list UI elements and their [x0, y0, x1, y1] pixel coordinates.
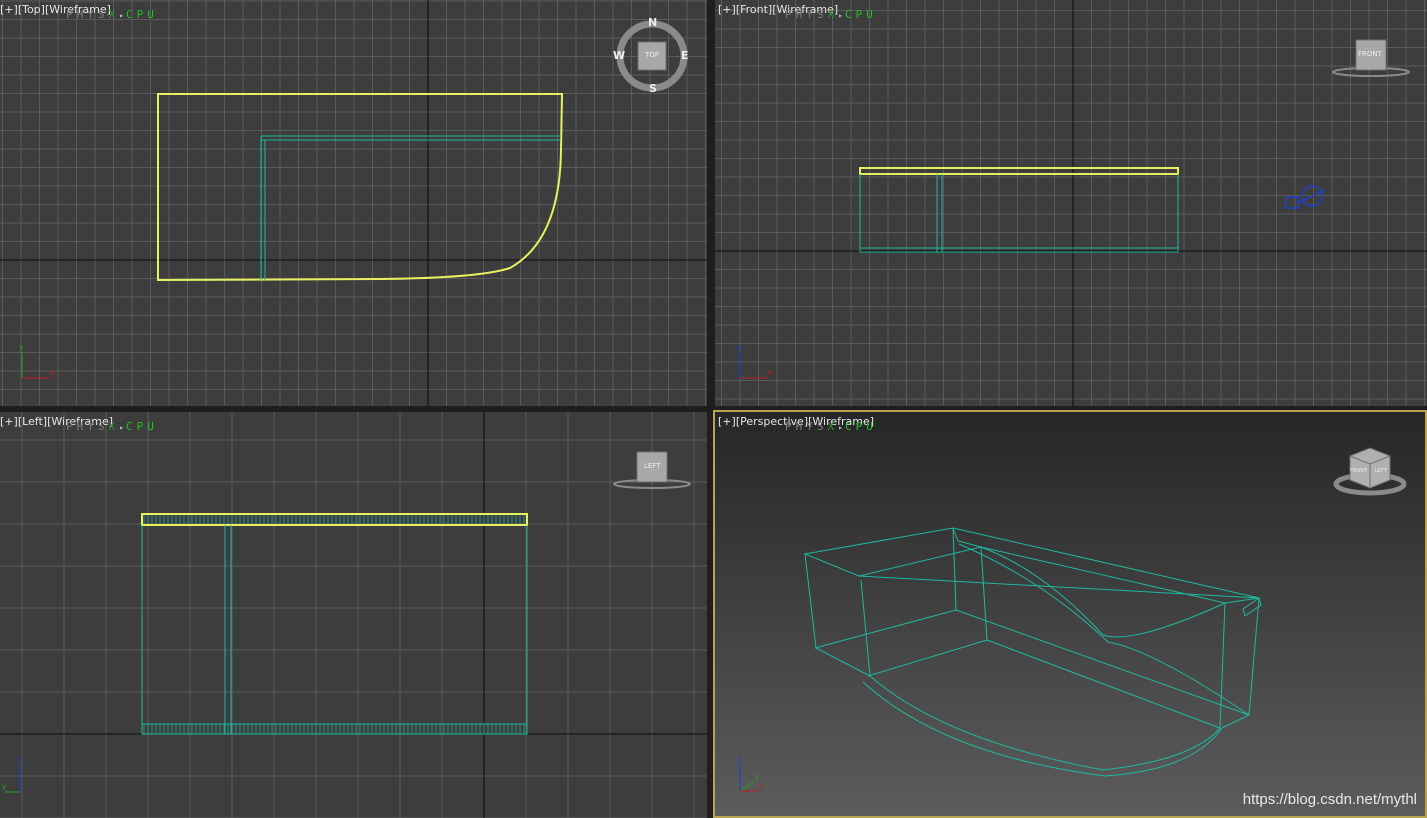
compass-e: E — [681, 49, 689, 62]
viewport-top[interactable]: [+][Top][Wireframe] PHYSX▸CPU TOP N S E … — [0, 0, 707, 406]
tub-wireframe-perspective — [803, 527, 1262, 777]
axis-tripod-top — [21, 352, 50, 379]
grid-front — [715, 0, 1427, 406]
axis-tripod-front — [739, 352, 767, 379]
axis-label-x: x — [50, 368, 55, 377]
compass-s: S — [649, 82, 657, 95]
viewcube-face-label[interactable]: FRONT — [1358, 50, 1382, 58]
axis-tripod-left — [5, 764, 21, 793]
compass-n: N — [648, 16, 658, 29]
tub-body-front — [859, 174, 1179, 253]
physx-overlay: PHYSX▸CPU — [785, 420, 877, 433]
axis-label-x: x — [759, 782, 764, 791]
axis-label-y: y — [2, 782, 7, 791]
viewport-left[interactable]: [+][Left][Wireframe] PHYSX▸CPU LEFT y z — [0, 412, 707, 818]
viewcube-face-label[interactable]: LEFT — [644, 462, 661, 470]
viewport-menu-view[interactable]: [Left] — [18, 415, 47, 428]
physx-overlay: PHYSX▸CPU — [66, 420, 158, 433]
axis-label-x: x — [767, 368, 772, 377]
viewcube-face-left[interactable]: LEFT — [1375, 468, 1387, 474]
viewcube-face-front[interactable]: FRONT — [1350, 468, 1367, 474]
viewport-perspective[interactable]: [+][Perspective][Wireframe] PHYSX▸CPU FR… — [713, 410, 1427, 818]
compass-w: W — [613, 49, 626, 62]
viewport-menu-plus[interactable]: [+] — [718, 415, 736, 428]
tub-top-front — [859, 167, 1179, 175]
axis-label-z: z — [737, 343, 742, 352]
watermark: https://blog.csdn.net/mythl — [1242, 791, 1417, 808]
light-gizmo — [1285, 185, 1326, 209]
viewcube-perspective — [1333, 447, 1407, 496]
viewport-menu-view[interactable]: [Top] — [18, 3, 45, 16]
viewport-front[interactable]: [+][Front][Wireframe] PHYSX▸CPU FRONT x … — [715, 0, 1427, 406]
grid-top — [0, 0, 707, 406]
tub-inner-top — [260, 135, 561, 280]
perspective-scene — [739, 447, 1407, 792]
axis-label-y: y — [755, 772, 760, 781]
physx-overlay: PHYSX▸CPU — [785, 8, 877, 21]
viewcube-front — [1332, 39, 1410, 77]
physx-overlay: PHYSX▸CPU — [66, 8, 158, 21]
tub-outline-top — [157, 93, 564, 282]
tub-body-left — [141, 525, 528, 735]
axis-label-z: z — [737, 754, 742, 763]
viewport-menu-plus[interactable]: [+] — [0, 3, 18, 16]
viewport-menu-plus[interactable]: [+] — [718, 3, 736, 16]
viewport-menu-view[interactable]: [Front] — [736, 3, 772, 16]
viewcube-face-label[interactable]: TOP — [645, 51, 659, 59]
axis-label-z: z — [18, 755, 23, 764]
viewport-menu-plus[interactable]: [+] — [0, 415, 18, 428]
grid-left — [0, 412, 707, 818]
axis-label-y: y — [19, 343, 24, 352]
